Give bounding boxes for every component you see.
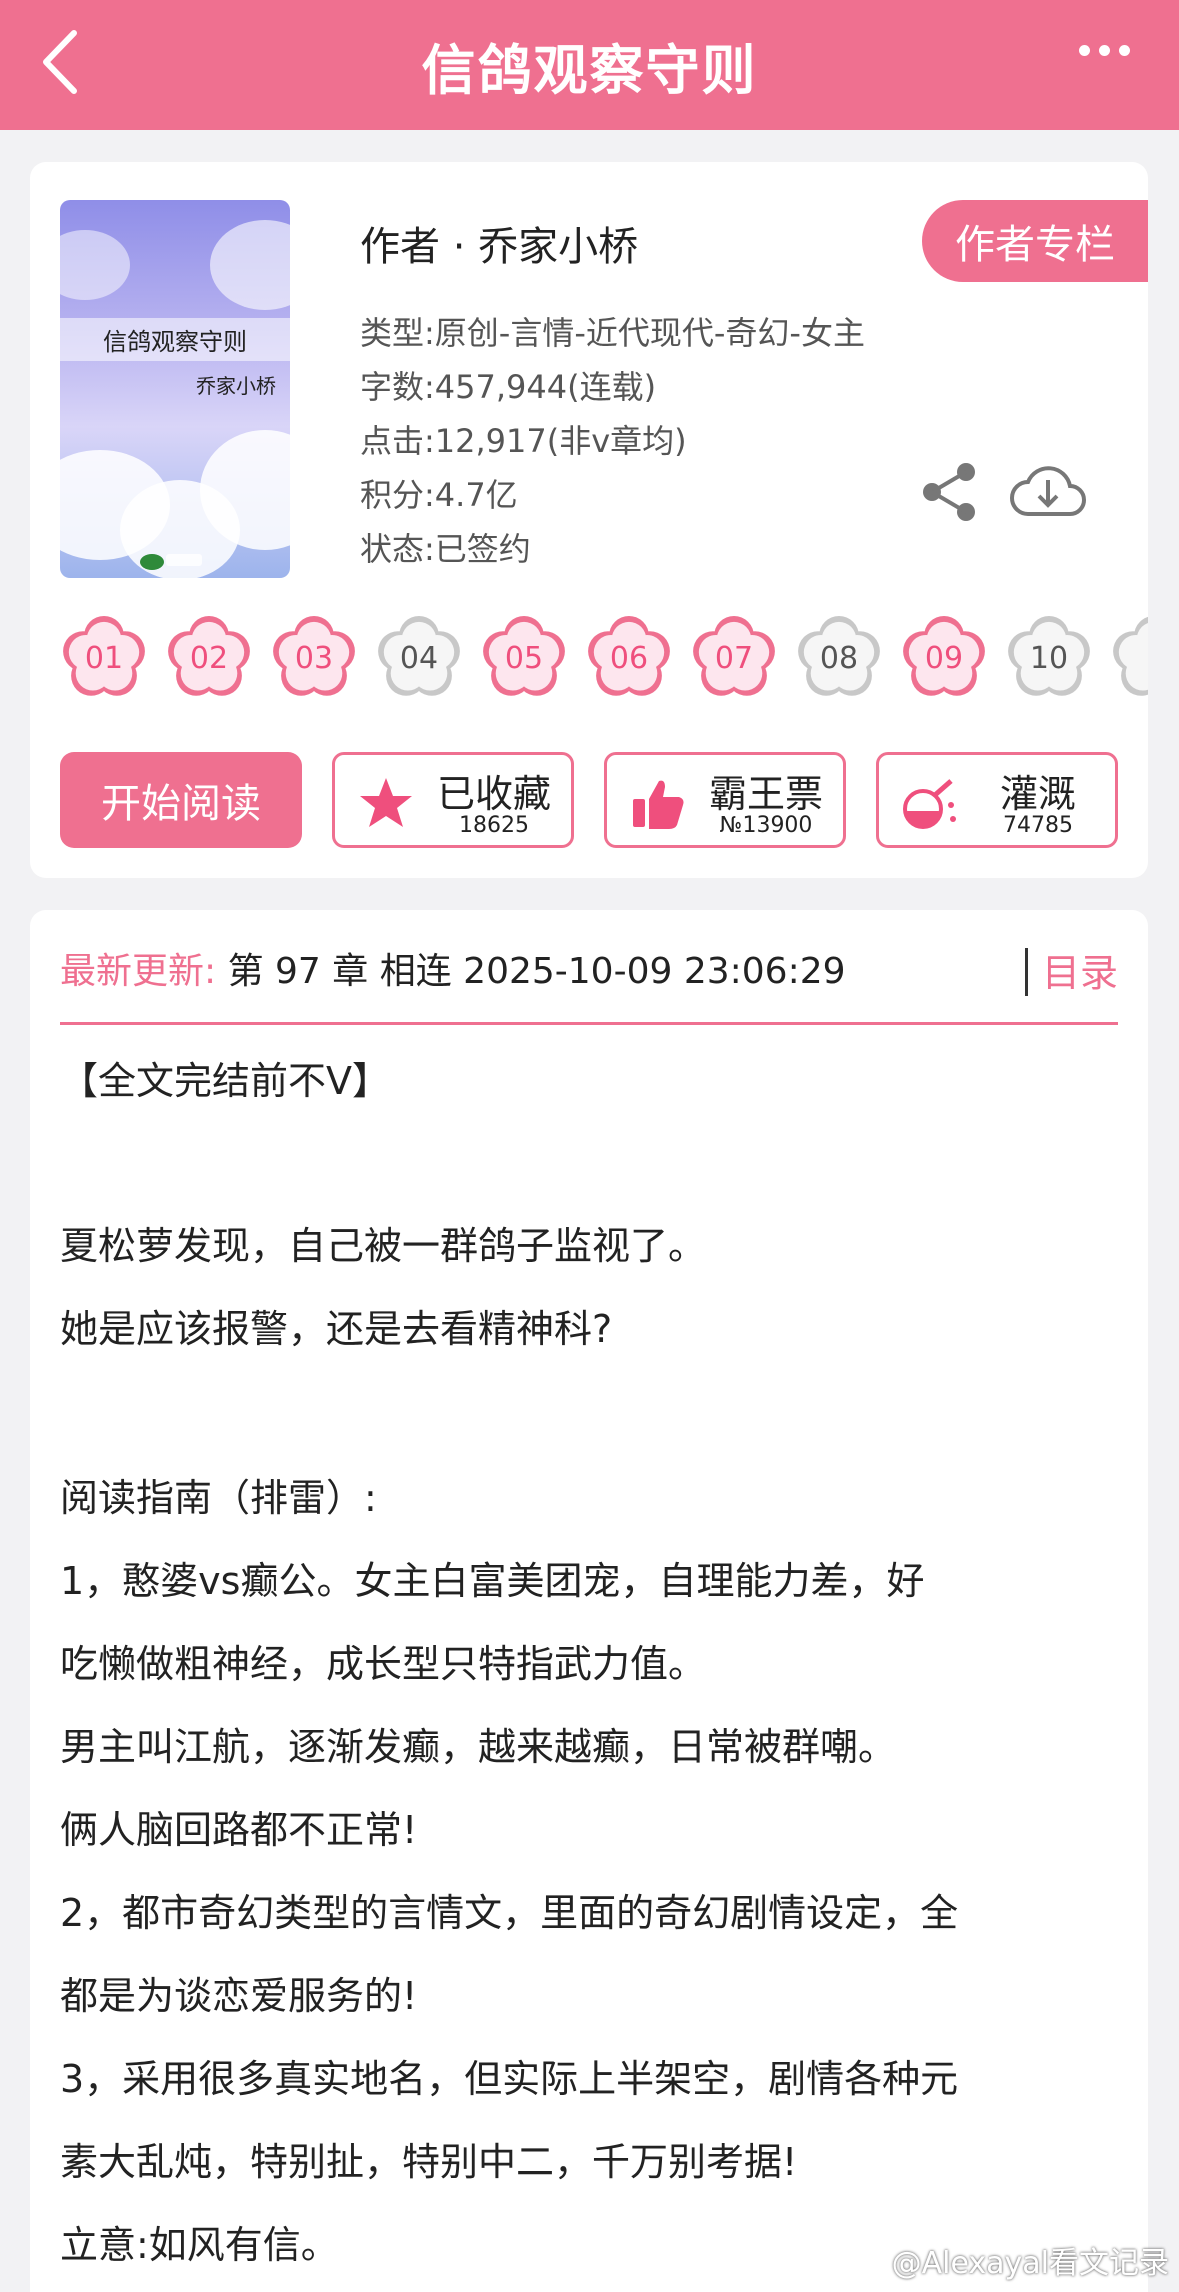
flower-number: 04: [399, 640, 439, 676]
description-line: 1，憨婆vs癫公。女主白富美团宠，自理能力差，好: [60, 1559, 925, 1603]
rating-flower-02[interactable]: 02: [163, 612, 255, 704]
description-line: 3，采用很多真实地名，但实际上半架空，剧情各种元: [60, 2057, 959, 2101]
share-icon[interactable]: [920, 462, 980, 522]
description-line: 【全文完结前不V】: [60, 1059, 390, 1103]
description-line: 阅读指南（排雷）:: [60, 1476, 377, 1520]
cloud-download-icon[interactable]: [1010, 458, 1086, 522]
flower-number: 09: [924, 640, 964, 676]
water-label: 灌溉: [999, 772, 1076, 816]
back-button[interactable]: [36, 22, 116, 102]
cover-author: 乔家小桥: [196, 374, 276, 398]
top-nav-bar: 信鸽观察守则: [0, 0, 1179, 130]
rating-flower-10[interactable]: 10: [1003, 612, 1095, 704]
author-name[interactable]: 作者 · 乔家小桥: [360, 214, 638, 272]
page-title: 信鸽观察守则: [421, 38, 758, 102]
meta-words: 字数:457,944(连载): [360, 368, 657, 406]
latest-update-label: 最新更新:: [60, 951, 217, 992]
rating-flowers: 01 02 03 04 05 06 07 08 09 10: [58, 612, 1148, 712]
collect-count: 18625: [459, 813, 529, 838]
book-detail-card: 最新更新: 第 97 章 相连 2025-10-09 23:06:29 目录 【…: [30, 910, 1148, 2292]
rating-flower-01[interactable]: 01: [58, 612, 150, 704]
collect-button[interactable]: 已收藏 18625: [332, 752, 574, 848]
rating-flower-04[interactable]: 04: [373, 612, 465, 704]
water-button[interactable]: 灌溉 74785: [876, 752, 1118, 848]
flower-number: 06: [609, 640, 649, 676]
flower-number: 03: [294, 640, 334, 676]
thumbs-up-icon: [633, 780, 684, 829]
flower-number: 02: [189, 640, 229, 676]
flower-number: 05: [504, 640, 544, 676]
author-column-button[interactable]: 作者专栏: [922, 200, 1148, 282]
vote-button[interactable]: 霸王票 №13900: [604, 752, 846, 848]
rating-flower-05[interactable]: 05: [478, 612, 570, 704]
description-line: 男主叫江航，逐渐发癫，越来越癫，日常被群嘲。: [60, 1725, 897, 1769]
cover-title: 信鸽观察守则: [60, 318, 290, 361]
rating-flower-partial: [1108, 612, 1148, 704]
flower-icon: [1113, 616, 1148, 696]
flower-number: 10: [1029, 640, 1069, 676]
book-info-card: 信鸽观察守则 乔家小桥 作者 · 乔家小桥 作者专栏 类型:原创-言情-近代现代…: [30, 162, 1148, 878]
rating-flower-03[interactable]: 03: [268, 612, 360, 704]
description-line: 吃懒做粗神经，成长型只特指武力值。: [60, 1642, 707, 1686]
flower-number: 01: [84, 640, 124, 676]
flower-number: 07: [714, 640, 754, 676]
description-line: 她是应该报警，还是去看精神科?: [60, 1307, 613, 1351]
divider: [1025, 948, 1028, 996]
flower-number: 08: [819, 640, 859, 676]
vote-count: №13900: [719, 813, 813, 838]
dot: [1098, 44, 1110, 56]
start-reading-button[interactable]: 开始阅读: [60, 752, 302, 848]
dot: [1078, 44, 1090, 56]
watermark-text: @Alexayal看文记录: [891, 2246, 1169, 2281]
meta-clicks: 点击:12,917(非v章均): [360, 422, 687, 460]
meta-type: 类型:原创-言情-近代现代-奇幻-女主: [360, 314, 865, 352]
rating-flower-09[interactable]: 09: [898, 612, 990, 704]
vote-label: 霸王票: [708, 772, 823, 816]
book-cover[interactable]: 信鸽观察守则 乔家小桥: [60, 200, 290, 578]
rating-flower-06[interactable]: 06: [583, 612, 675, 704]
collect-label: 已收藏: [436, 772, 551, 816]
more-button[interactable]: [1069, 30, 1139, 70]
rating-flower-08[interactable]: 08: [793, 612, 885, 704]
star-icon: [360, 778, 412, 827]
flask-icon: [903, 779, 956, 829]
chevron-left-icon: [43, 30, 77, 94]
dot: [1118, 44, 1130, 56]
divider: [60, 1022, 1118, 1025]
description-line: 2，都市奇幻类型的言情文，里面的奇幻剧情设定，全: [60, 1891, 959, 1935]
description-line: 俩人脑回路都不正常!: [60, 1808, 418, 1852]
publisher-logo-icon: [140, 554, 202, 570]
latest-update-row[interactable]: 最新更新: 第 97 章 相连 2025-10-09 23:06:29 目录: [60, 942, 1118, 1002]
rating-flower-07[interactable]: 07: [688, 612, 780, 704]
meta-status: 状态:已签约: [360, 530, 531, 568]
table-of-contents-link[interactable]: 目录: [1042, 942, 1118, 997]
latest-update-text: 第 97 章 相连 2025-10-09 23:06:29: [216, 951, 846, 992]
description-line: 立意:如风有信。: [60, 2223, 339, 2267]
water-count: 74785: [1003, 813, 1073, 838]
description-line: 素大乱炖，特别扯，特别中二，千万别考据!: [60, 2140, 798, 2184]
watermark: @Alexayal看文记录: [892, 2238, 1169, 2282]
description-line: 夏松萝发现，自己被一群鸽子监视了。: [60, 1224, 707, 1268]
description-line: 都是为谈恋爱服务的!: [60, 1974, 418, 2018]
meta-points: 积分:4.7亿: [360, 476, 518, 514]
